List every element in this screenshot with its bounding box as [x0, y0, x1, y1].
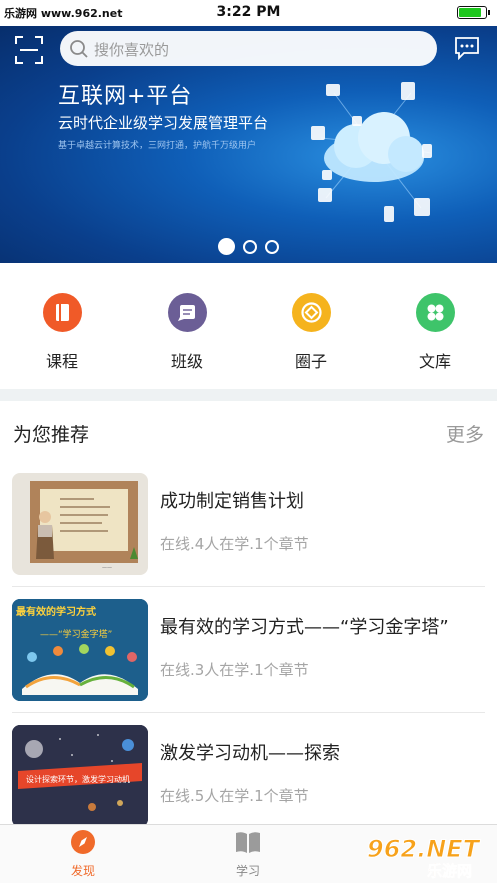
book-icon	[42, 293, 82, 332]
open-book-icon	[236, 832, 260, 853]
battery-level	[459, 8, 481, 17]
battery-icon	[457, 6, 490, 19]
nav-circle[interactable]: 圈子	[271, 293, 351, 372]
compass-icon	[71, 830, 95, 854]
search-placeholder: 搜你喜欢的	[94, 41, 170, 59]
watermark-logo: 962.NET 乐游网	[367, 835, 482, 881]
svg-text:乐游网: 乐游网	[427, 862, 472, 880]
course-meta: 在线.5人在学.1个章节	[160, 787, 309, 805]
banner-title: 互联网+平台	[58, 84, 193, 109]
recommend-header: 为您推荐 更多	[0, 401, 497, 461]
carousel-dot[interactable]	[265, 239, 279, 254]
course-item[interactable]: —— 成功制定销售计划 在线.4人在学.1个章节	[0, 461, 497, 587]
circle-icon	[291, 293, 331, 332]
svg-text:——: ——	[102, 565, 112, 571]
carousel-dot[interactable]	[243, 239, 257, 254]
recommend-title: 为您推荐	[13, 424, 90, 446]
course-title: 最有效的学习方式——“学习金字塔”	[160, 617, 449, 638]
cloud-illustration	[311, 82, 432, 222]
svg-text:962.NET: 962.NET	[367, 835, 481, 863]
nav-library-label: 文库	[418, 352, 451, 371]
course-meta: 在线.4人在学.1个章节	[160, 535, 309, 553]
thumb-text-mid: ——“学习金字塔”	[40, 628, 112, 640]
nav-course[interactable]: 课程	[22, 293, 102, 372]
carousel-indicator[interactable]	[0, 236, 497, 255]
message-icon[interactable]	[454, 36, 480, 60]
search-icon	[70, 40, 88, 58]
clover-icon	[415, 293, 455, 332]
thumb-text-top: 最有效的学习方式	[16, 605, 96, 618]
status-time: 3:22 PM	[216, 4, 281, 20]
scan-icon[interactable]	[14, 35, 44, 65]
carousel-dot[interactable]	[218, 238, 235, 255]
course-item[interactable]: 最有效的学习方式 ——“学习金字塔” 最有效的学习方式——“学习金字塔” 在线.…	[0, 587, 497, 713]
more-link[interactable]: 更多	[446, 420, 484, 447]
course-title: 激发学习动机——探索	[160, 743, 340, 764]
section-divider	[0, 389, 497, 401]
message-icon	[167, 293, 207, 332]
tab-study-label: 学习	[235, 864, 260, 878]
banner-tagline: 基于卓越云计算技术，三网打通，护航千万级用户	[58, 141, 257, 151]
thumb-text: 设计探索环节，激发学习动机	[26, 774, 130, 784]
status-bar: 乐游网 www.962.net 3:22 PM	[0, 0, 497, 26]
tab-discover-label: 发现	[70, 864, 95, 878]
course-thumbnail: 最有效的学习方式 ——“学习金字塔”	[12, 599, 148, 701]
tab-discover[interactable]: 发现	[48, 829, 118, 879]
quick-nav: 课程 班级 圈子 文库	[0, 263, 497, 389]
course-meta: 在线.3人在学.1个章节	[160, 661, 309, 679]
nav-class-label: 班级	[170, 352, 203, 371]
banner-subtitle: 云时代企业级学习发展管理平台	[58, 114, 269, 132]
course-item[interactable]: 设计探索环节，激发学习动机 激发学习动机——探索 在线.5人在学.1个章节	[0, 713, 497, 839]
course-thumbnail: ——	[12, 473, 148, 575]
course-thumbnail: 设计探索环节，激发学习动机	[12, 725, 148, 827]
tab-study[interactable]: 学习	[213, 829, 283, 879]
nav-library[interactable]: 文库	[395, 293, 475, 372]
nav-circle-label: 圈子	[294, 352, 327, 371]
nav-class[interactable]: 班级	[147, 293, 227, 372]
course-title: 成功制定销售计划	[160, 491, 304, 512]
nav-course-label: 课程	[45, 352, 78, 371]
banner-carousel[interactable]: 搜你喜欢的 互联网+平台 云时代企业级学习发展管理平台 基于卓越云计算技术，三网…	[0, 26, 497, 263]
